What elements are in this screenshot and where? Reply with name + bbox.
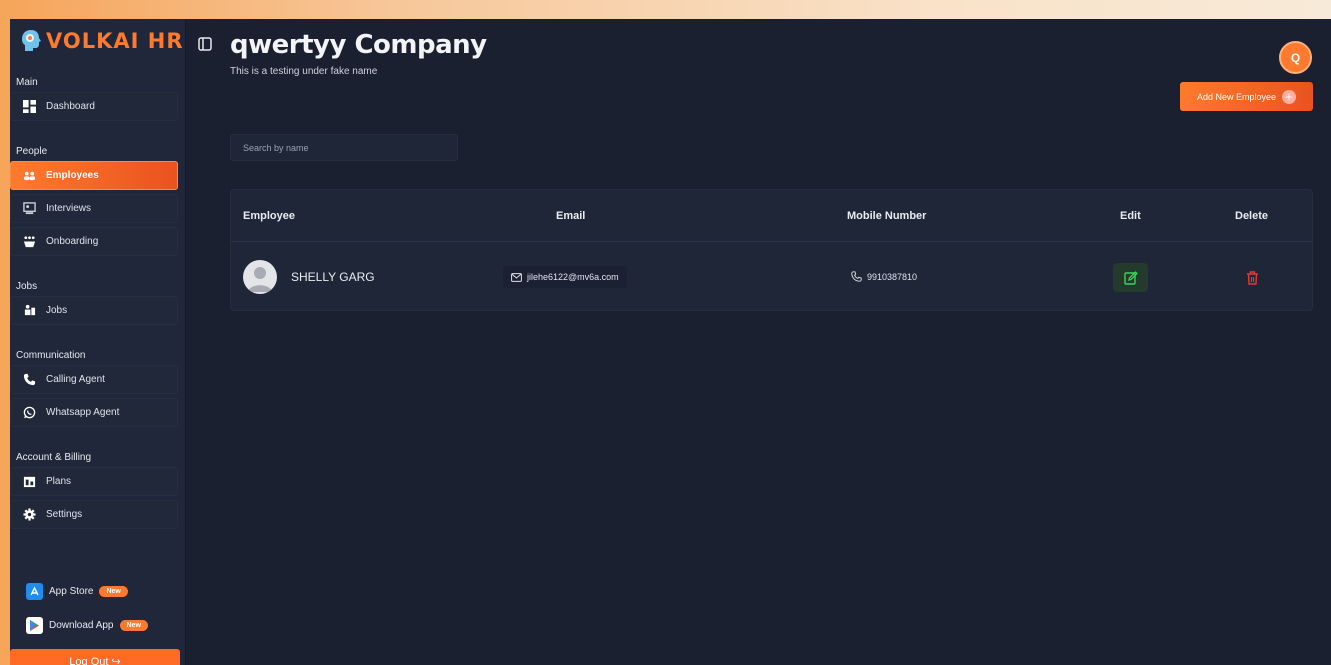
employee-mobile[interactable]: 9910387810 <box>851 271 917 282</box>
section-title: Communication <box>16 350 86 361</box>
google-play-icon <box>26 617 43 634</box>
plus-icon: + <box>1282 89 1297 104</box>
delete-button[interactable] <box>1239 266 1265 290</box>
sidebar-item-employees[interactable]: Employees <box>10 161 178 190</box>
sidebar-item-settings[interactable]: Settings <box>10 500 178 529</box>
user-avatar[interactable]: Q <box>1279 41 1312 74</box>
dashboard-icon <box>23 100 36 113</box>
phone-icon <box>851 271 862 282</box>
sidebar: VOLKAI HR Main Dashboard People Employee… <box>10 19 186 665</box>
add-employee-label: Add New Employee <box>1196 91 1277 102</box>
user-placeholder-icon <box>248 267 272 292</box>
sidebar-item-label: Onboarding <box>46 236 99 247</box>
employee-avatar <box>243 260 277 294</box>
sidebar-item-plans[interactable]: Plans <box>10 467 178 496</box>
download-app-label: Download App <box>49 620 114 631</box>
app-store-label: App Store <box>49 586 94 597</box>
onboarding-icon <box>23 236 36 248</box>
page-title: qwertyy Company <box>230 30 487 60</box>
email-text: jilehe6122@mv6a.com <box>527 272 619 282</box>
sidebar-item-jobs[interactable]: Jobs <box>10 296 178 325</box>
trash-icon <box>1246 271 1258 285</box>
sidebar-item-onboarding[interactable]: Onboarding <box>10 227 178 256</box>
employee-email[interactable]: jilehe6122@mv6a.com <box>503 266 627 288</box>
page-subtitle: This is a testing under fake name <box>230 66 378 77</box>
sidebar-section-jobs: Jobs Jobs <box>10 281 186 329</box>
column-header-mobile: Mobile Number <box>847 210 927 222</box>
mobile-text: 9910387810 <box>867 271 918 282</box>
section-title: Jobs <box>16 281 38 292</box>
mail-icon <box>511 272 522 282</box>
employee-name[interactable]: SHELLY GARG <box>291 270 375 284</box>
sidebar-item-label: Plans <box>46 476 72 487</box>
plans-icon <box>23 476 36 488</box>
logout-icon: ↪ <box>111 656 121 665</box>
gear-icon <box>23 508 36 521</box>
table-row: SHELLY GARG jilehe6122@mv6a.com 99103878… <box>231 242 1312 311</box>
edit-icon <box>1123 270 1138 285</box>
sidebar-section-communication: Communication Calling Agent Whatsapp Age… <box>10 350 186 431</box>
new-badge: New <box>119 620 148 631</box>
section-title: People <box>16 146 48 157</box>
brain-head-icon <box>22 30 41 51</box>
column-header-email: Email <box>556 210 586 222</box>
sidebar-item-label: Interviews <box>46 203 92 214</box>
brand-logo[interactable]: VOLKAI HR <box>10 19 185 63</box>
logout-button[interactable]: Log Out ↪ <box>10 649 180 665</box>
avatar-initial: Q <box>1290 50 1301 65</box>
sidebar-item-interviews[interactable]: Interviews <box>10 194 178 223</box>
app-store-icon <box>26 583 43 600</box>
whatsapp-icon <box>23 406 36 419</box>
brand-name: VOLKAI HR <box>46 29 184 53</box>
sidebar-section-people: People Employees Interviews Onboarding <box>10 146 186 260</box>
table-header: Employee Email Mobile Number Edit Delete <box>231 190 1312 242</box>
sidebar-item-label: Employees <box>46 170 99 181</box>
sidebar-item-label: Dashboard <box>46 101 95 112</box>
sidebar-item-label: Whatsapp Agent <box>46 407 120 418</box>
interviews-icon <box>23 202 36 215</box>
new-badge: New <box>99 586 128 597</box>
sidebar-section-account-billing: Account & Billing Plans Settings <box>10 452 186 533</box>
sidebar-item-label: Settings <box>46 509 83 520</box>
download-app-link[interactable]: Download App New <box>26 617 148 634</box>
section-title: Account & Billing <box>16 452 92 463</box>
employee-table: Employee Email Mobile Number Edit Delete… <box>230 189 1313 311</box>
sidebar-section-main: Main Dashboard <box>10 77 186 125</box>
sidebar-item-whatsapp-agent[interactable]: Whatsapp Agent <box>10 398 178 427</box>
app-window: VOLKAI HR Main Dashboard People Employee… <box>10 19 1331 665</box>
add-employee-button[interactable]: Add New Employee + <box>1180 82 1313 111</box>
logout-label: Log Out <box>69 656 109 665</box>
app-store-link[interactable]: App Store New <box>26 583 128 600</box>
sidebar-item-label: Calling Agent <box>46 374 105 385</box>
phone-call-icon <box>23 373 36 386</box>
sidebar-item-dashboard[interactable]: Dashboard <box>10 92 178 121</box>
sidebar-item-calling-agent[interactable]: Calling Agent <box>10 365 178 394</box>
sidebar-item-label: Jobs <box>46 305 68 316</box>
section-title: Main <box>16 77 38 88</box>
sidebar-toggle-icon[interactable] <box>198 37 212 51</box>
main-content: qwertyy Company This is a testing under … <box>186 19 1331 665</box>
jobs-icon <box>24 304 36 316</box>
employees-icon <box>23 171 36 181</box>
column-header-edit: Edit <box>1120 210 1141 222</box>
search-input[interactable] <box>230 134 458 161</box>
edit-button[interactable] <box>1113 263 1148 292</box>
column-header-employee: Employee <box>243 210 295 222</box>
column-header-delete: Delete <box>1235 210 1269 222</box>
